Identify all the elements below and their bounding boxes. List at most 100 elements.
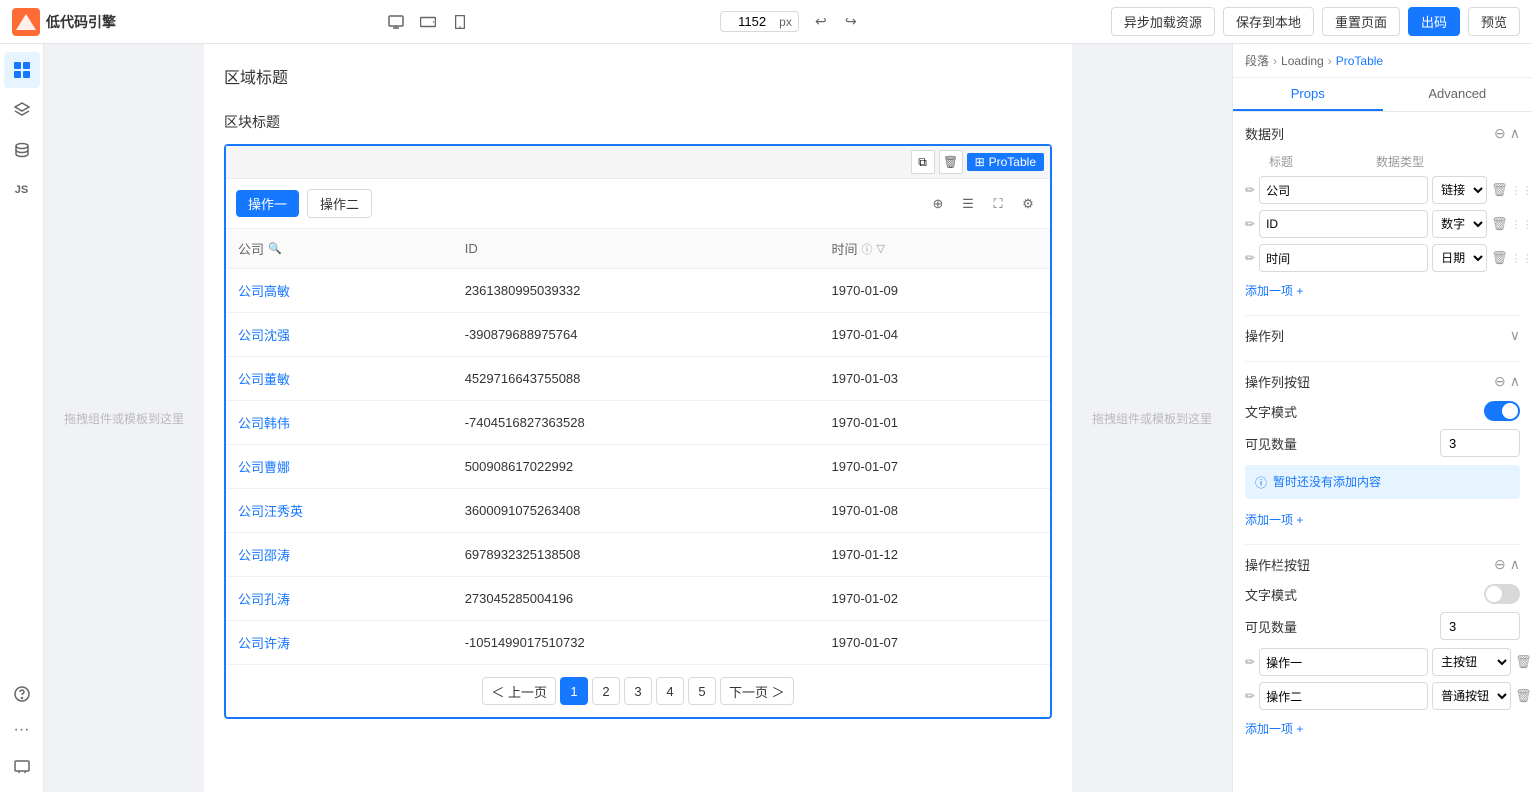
page-btn-3[interactable]: 3 — [624, 677, 652, 705]
expand-icon[interactable]: ⛶ — [986, 192, 1010, 216]
toolbar-btn-section: 操作栏按钮 ⊖ ∧ 文字模式 可见数量 3 — [1245, 555, 1520, 737]
delete-icon-btn[interactable]: 🗑 — [939, 150, 963, 174]
next-page-btn[interactable]: 下一页 ＞ — [720, 677, 794, 705]
page-btn-1[interactable]: 1 — [560, 677, 588, 705]
sidebar-icon-js[interactable]: JS — [4, 172, 40, 208]
tablet-landscape-btn[interactable] — [414, 8, 442, 36]
dc-row: ✏ 链接 数字 日期 文本 🗑 ⋮⋮ — [1245, 244, 1520, 272]
cell-company: 公司许涛 — [226, 621, 453, 665]
text-mode-toggle-2[interactable] — [1484, 584, 1520, 604]
table-action-btn1[interactable]: 操作一 — [236, 190, 299, 217]
visible-count-label-2: 可见数量 — [1245, 617, 1297, 636]
ab-delete-btn[interactable]: 🗑 — [1515, 686, 1532, 706]
minus-icon[interactable]: ⊖ — [1494, 125, 1506, 142]
sidebar-icon-components[interactable] — [4, 52, 40, 88]
left-drop-zone: 拖拽组件或模板到这里 — [44, 44, 204, 792]
desktop-device-btn[interactable] — [382, 8, 410, 36]
undo-btn[interactable]: ↩ — [807, 8, 835, 36]
table-row: 公司孔涛 273045285004196 1970-01-02 — [226, 577, 1050, 621]
tab-advanced[interactable]: Advanced — [1383, 78, 1532, 111]
collapse-toolbar-btn[interactable]: ∧ — [1510, 556, 1520, 573]
table-toolbar-icons: ⊕ ☰ ⛶ ⚙ — [926, 192, 1040, 216]
collapse-action-col[interactable]: ∨ — [1510, 327, 1520, 344]
add-column-btn[interactable]: 添加一项 + — [1245, 282, 1303, 299]
pro-table-label: ⊞ ProTable — [967, 153, 1044, 171]
cell-id: -1051499017510732 — [453, 621, 820, 665]
dc-edit-icon[interactable]: ✏ — [1245, 180, 1255, 200]
redo-btn[interactable]: ↪ — [837, 8, 865, 36]
async-load-btn[interactable]: 异步加载资源 — [1111, 7, 1215, 36]
dc-drag-btn[interactable]: ⋮⋮ — [1512, 214, 1532, 234]
dc-title-input[interactable] — [1259, 210, 1428, 238]
table-row: 公司高敏 2361380995039332 1970-01-09 — [226, 269, 1050, 313]
info-icon[interactable]: ⓘ — [862, 241, 873, 257]
ab-label-input[interactable] — [1259, 682, 1428, 710]
width-input[interactable]: 1152 — [727, 14, 777, 29]
ab-label-input[interactable] — [1259, 648, 1428, 676]
ab-type-select[interactable]: 主按钮 普通按钮 危险按钮 — [1432, 682, 1511, 710]
sidebar-icon-bottom[interactable] — [4, 748, 40, 784]
tablet-portrait-btn[interactable] — [446, 8, 474, 36]
dc-edit-icon[interactable]: ✏ — [1245, 214, 1255, 234]
minus-icon-3[interactable]: ⊖ — [1494, 556, 1506, 573]
visible-count-input-1[interactable]: 3 — [1440, 429, 1520, 457]
pro-table-container: ⧉ 🗑 ⊞ ProTable 操作一 操作二 ⊕ — [224, 144, 1052, 719]
th-id: ID — [453, 229, 820, 269]
dc-title-input[interactable] — [1259, 244, 1428, 272]
dc-type-select[interactable]: 链接 数字 日期 文本 — [1432, 210, 1487, 238]
visible-count-input-2[interactable]: 3 — [1440, 612, 1520, 640]
visible-count-label-1: 可见数量 — [1245, 434, 1297, 453]
dc-drag-btn[interactable]: ⋮⋮ — [1512, 248, 1532, 268]
dc-delete-btn[interactable]: 🗑 — [1491, 180, 1508, 200]
center-icon[interactable]: ⊕ — [926, 192, 950, 216]
add-action-btn[interactable]: 添加一项 + — [1245, 511, 1303, 528]
main-layout: JS ··· 拖拽组件或模板到这里 区域标题 — [0, 44, 1532, 792]
dc-drag-btn[interactable]: ⋮⋮ — [1512, 180, 1532, 200]
undo-redo: ↩ ↪ — [807, 8, 865, 36]
copy-icon-btn[interactable]: ⧉ — [911, 150, 935, 174]
dc-delete-btn[interactable]: 🗑 — [1491, 214, 1508, 234]
ab-edit-icon[interactable]: ✏ — [1245, 652, 1255, 672]
collapse-action-btn[interactable]: ∧ — [1510, 373, 1520, 390]
prev-page-btn[interactable]: ＜ 上一页 — [482, 677, 556, 705]
sidebar-icon-layers[interactable] — [4, 92, 40, 128]
divider-2 — [1245, 361, 1520, 362]
collapse-data-columns[interactable]: ∧ — [1510, 125, 1520, 142]
page-btn-2[interactable]: 2 — [592, 677, 620, 705]
dc-title-input[interactable] — [1259, 176, 1428, 204]
data-columns-actions: ⊖ ∧ — [1494, 125, 1520, 142]
reset-page-btn[interactable]: 重置页面 — [1322, 7, 1400, 36]
canvas-main: 区域标题 区块标题 ⧉ 🗑 ⊞ ProTable — [204, 44, 1072, 792]
dc-type-select[interactable]: 链接 数字 日期 文本 — [1432, 244, 1487, 272]
export-btn[interactable]: 出码 — [1408, 7, 1460, 36]
minus-icon-2[interactable]: ⊖ — [1494, 373, 1506, 390]
ab-delete-btn[interactable]: 🗑 — [1515, 652, 1532, 672]
canvas-area: 拖拽组件或模板到这里 区域标题 区块标题 ⧉ 🗑 — [44, 44, 1232, 792]
sidebar-icon-data[interactable] — [4, 132, 40, 168]
dc-type-select[interactable]: 链接 数字 日期 文本 — [1432, 176, 1487, 204]
align-icon[interactable]: ☰ — [956, 192, 980, 216]
tab-props[interactable]: Props — [1233, 78, 1383, 111]
dc-delete-btn[interactable]: 🗑 — [1491, 248, 1508, 268]
dc-edit-icon[interactable]: ✏ — [1245, 248, 1255, 268]
sidebar-icon-more[interactable]: ··· — [4, 712, 40, 748]
cell-company: 公司曹娜 — [226, 445, 453, 489]
table-action-btn2[interactable]: 操作二 — [307, 189, 372, 218]
page-btn-5[interactable]: 5 — [688, 677, 716, 705]
filter-icon[interactable]: ▽ — [877, 242, 885, 255]
save-local-btn[interactable]: 保存到本地 — [1223, 7, 1314, 36]
right-tabs: Props Advanced — [1233, 78, 1532, 112]
ab-type-select[interactable]: 主按钮 普通按钮 危险按钮 — [1432, 648, 1511, 676]
ab-edit-icon[interactable]: ✏ — [1245, 686, 1255, 706]
page-btn-4[interactable]: 4 — [656, 677, 684, 705]
th-company: 公司 🔍 — [226, 229, 453, 269]
search-icon[interactable]: 🔍 — [268, 242, 282, 255]
cell-time: 1970-01-12 — [819, 533, 1050, 577]
cell-company: 公司沈强 — [226, 313, 453, 357]
add-toolbar-btn[interactable]: 添加一项 + — [1245, 720, 1303, 737]
sidebar-icon-help[interactable] — [4, 676, 40, 712]
action-btn-header: 操作列按钮 ⊖ ∧ — [1245, 372, 1520, 391]
settings-icon[interactable]: ⚙ — [1016, 192, 1040, 216]
text-mode-toggle[interactable] — [1484, 401, 1520, 421]
preview-btn[interactable]: 预览 — [1468, 7, 1520, 36]
